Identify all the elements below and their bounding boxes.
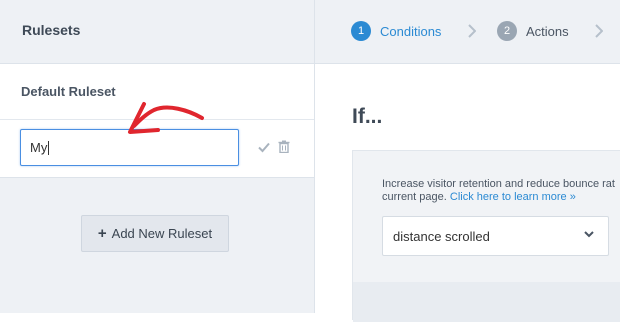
conditions-heading: If... [352, 105, 383, 128]
description-line2: current page. [382, 191, 447, 203]
chevron-down-icon [584, 231, 594, 238]
step-number: 2 [497, 21, 517, 41]
tab-conditions[interactable]: 1 Conditions [351, 21, 441, 41]
condition-card: Increase visitor retention and reduce bo… [352, 150, 620, 322]
select-value: distance scrolled [393, 228, 490, 244]
condition-footer [353, 282, 620, 322]
chevron-right-icon [468, 24, 476, 38]
description-line1: Increase visitor retention and reduce bo… [382, 178, 615, 190]
condition-description: Increase visitor retention and reduce bo… [382, 178, 620, 204]
tab-actions[interactable]: 2 Actions [497, 21, 569, 41]
text-cursor [48, 141, 49, 155]
check-icon[interactable] [257, 140, 271, 154]
step-number: 1 [351, 21, 371, 41]
plus-icon: + [97, 225, 107, 242]
step-label: Actions [526, 23, 569, 39]
ruleset-item-label: Default Ruleset [21, 84, 116, 99]
rulesets-title: Rulesets [22, 22, 81, 38]
steps-bar: 1 Conditions 2 Actions [315, 0, 620, 64]
conditions-panel: If... Increase visitor retention and red… [315, 64, 620, 322]
learn-more-link[interactable]: Click here to learn more » [450, 191, 576, 203]
rulesets-panel: Rulesets Default Ruleset + Add New Rules… [0, 0, 315, 313]
step-label: Conditions [380, 23, 442, 39]
chevron-right-icon [595, 24, 603, 38]
add-ruleset-button[interactable]: + Add New Ruleset [81, 215, 229, 252]
annotation-arrow-icon [128, 102, 204, 134]
condition-type-select[interactable]: distance scrolled [382, 216, 609, 256]
trash-icon[interactable] [278, 140, 290, 153]
rulesets-header: Rulesets [0, 0, 314, 64]
add-ruleset-label: Add New Ruleset [111, 226, 213, 241]
